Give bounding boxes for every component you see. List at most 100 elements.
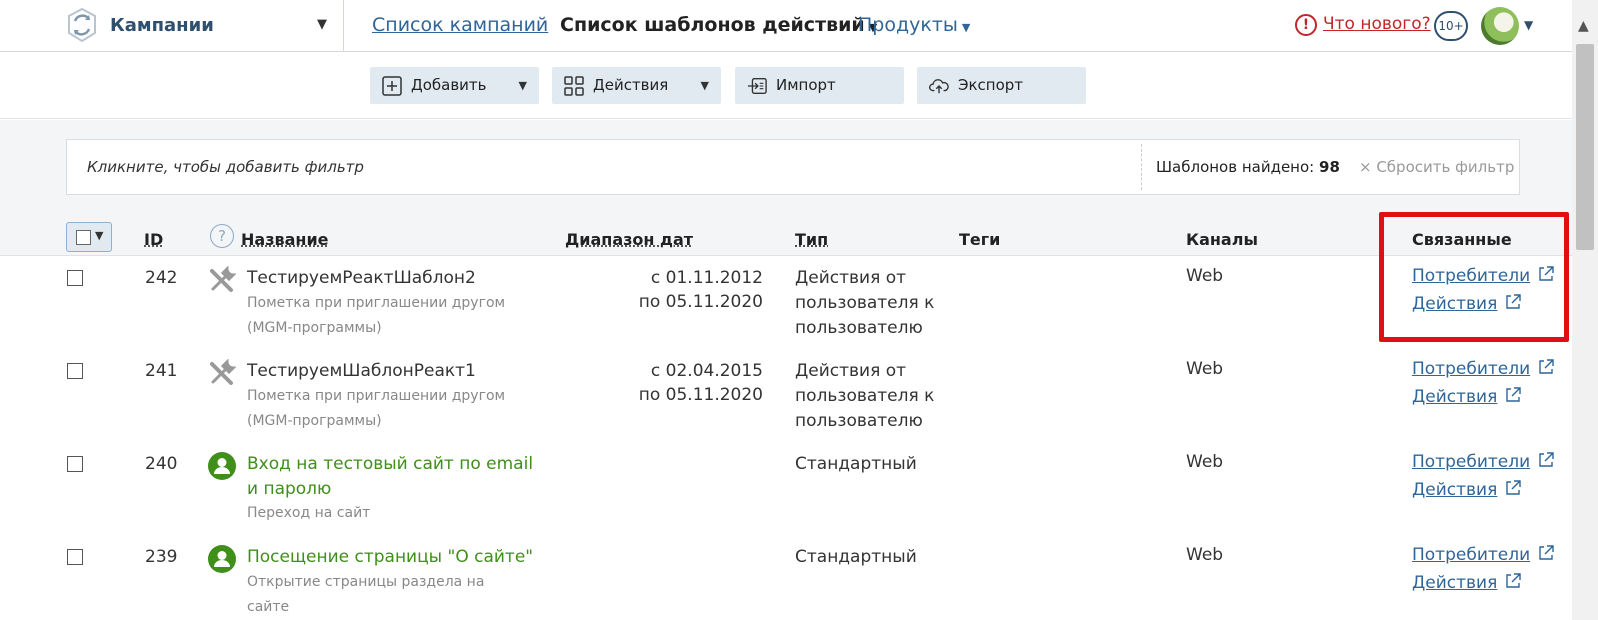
app-logo-icon[interactable] bbox=[64, 6, 100, 44]
row-checkbox[interactable] bbox=[67, 363, 83, 379]
column-header-name[interactable]: Название bbox=[241, 230, 329, 249]
row-checkbox[interactable] bbox=[67, 270, 83, 286]
row-name[interactable]: ТестируемШаблонРеакт1 bbox=[247, 359, 537, 384]
actions-button-label: Действия bbox=[593, 76, 669, 94]
external-link-icon bbox=[1539, 359, 1554, 374]
external-link-icon bbox=[1506, 387, 1522, 402]
plus-square-icon bbox=[382, 76, 402, 96]
import-button[interactable]: Импорт bbox=[735, 67, 904, 104]
external-link-icon bbox=[1506, 480, 1522, 495]
external-link-icon bbox=[1539, 545, 1554, 560]
chevron-down-icon[interactable]: ▼ bbox=[701, 67, 709, 104]
row-description: Переход на сайт bbox=[247, 505, 371, 521]
row-name[interactable]: Посещение страницы "О сайте" bbox=[247, 545, 537, 570]
filter-bar[interactable]: Кликните, чтобы добавить фильтр Шаблонов… bbox=[66, 139, 1520, 195]
whats-new-link[interactable]: Что нового? bbox=[1323, 14, 1431, 34]
related-actions-label: Действия bbox=[1412, 480, 1498, 500]
related-consumers-label: Потребители bbox=[1412, 545, 1531, 565]
chevron-down-icon[interactable]: ▼ bbox=[1524, 18, 1533, 32]
row-dates: с 01.11.2012 по 05.11.2020 bbox=[600, 266, 763, 314]
grid-icon bbox=[564, 76, 584, 96]
actions-button[interactable]: Действия ▼ bbox=[552, 67, 721, 104]
export-button-label: Экспорт bbox=[958, 76, 1024, 94]
section-title[interactable]: Кампании bbox=[110, 15, 214, 36]
row-type: Стандартный bbox=[795, 547, 917, 567]
related-consumers-link[interactable]: Потребители bbox=[1412, 359, 1554, 379]
row-description: Пометка при приглашении другом (MGM-прог… bbox=[247, 295, 506, 336]
row-id: 240 bbox=[145, 454, 178, 474]
help-icon[interactable]: ? bbox=[210, 224, 234, 248]
notifications-badge[interactable]: 10+ bbox=[1434, 11, 1468, 41]
related-consumers-link[interactable]: Потребители bbox=[1412, 452, 1554, 472]
related-actions-link[interactable]: Действия bbox=[1412, 480, 1522, 500]
row-channel: Web bbox=[1186, 266, 1224, 286]
column-header-type[interactable]: Тип bbox=[795, 230, 828, 249]
date-from: с 01.11.2012 bbox=[650, 268, 763, 288]
divider bbox=[1141, 144, 1142, 190]
column-header-id[interactable]: ID bbox=[144, 230, 163, 249]
row-dates: с 02.04.2015 по 05.11.2020 bbox=[600, 359, 763, 407]
nav-action-templates-label: Список шаблонов действий bbox=[560, 14, 865, 36]
vertical-scrollbar[interactable]: ▲ bbox=[1572, 0, 1598, 620]
external-link-icon bbox=[1506, 573, 1522, 588]
alert-icon[interactable]: ! bbox=[1295, 14, 1317, 36]
filter-placeholder[interactable]: Кликните, чтобы добавить фильтр bbox=[87, 158, 364, 176]
related-actions-label: Действия bbox=[1412, 573, 1498, 593]
row-id: 242 bbox=[145, 268, 178, 288]
user-icon bbox=[208, 545, 236, 573]
date-to: по 05.11.2020 bbox=[638, 385, 763, 405]
related-actions-link[interactable]: Действия bbox=[1412, 387, 1522, 407]
row-type: Действия от пользователя к пользователю bbox=[795, 268, 935, 338]
nav-campaign-list[interactable]: Список кампаний bbox=[372, 14, 548, 36]
chevron-down-icon: ▼ bbox=[95, 229, 104, 242]
row-checkbox[interactable] bbox=[67, 549, 83, 565]
section-dropdown-icon[interactable]: ▼ bbox=[317, 17, 327, 32]
tools-icon bbox=[210, 266, 236, 292]
row-type: Действия от пользователя к пользователю bbox=[795, 361, 935, 431]
row-name[interactable]: ТестируемРеактШаблон2 bbox=[247, 266, 537, 291]
row-channel: Web bbox=[1186, 452, 1224, 472]
external-link-icon bbox=[1539, 452, 1554, 467]
related-actions-link[interactable]: Действия bbox=[1412, 573, 1522, 593]
select-all-checkbox[interactable]: ▼ bbox=[66, 222, 112, 252]
reset-filter-button[interactable]: × Сбросить фильтр bbox=[1359, 158, 1514, 176]
row-id: 241 bbox=[145, 361, 178, 381]
related-consumers-link[interactable]: Потребители bbox=[1412, 545, 1554, 565]
row-name[interactable]: Вход на тестовый сайт по email и паролю bbox=[247, 452, 537, 502]
date-from: с 02.04.2015 bbox=[650, 361, 763, 381]
avatar[interactable] bbox=[1481, 7, 1519, 45]
divider bbox=[343, 0, 344, 52]
tools-icon bbox=[210, 359, 236, 385]
related-column-highlight bbox=[1379, 212, 1569, 342]
nav-products[interactable]: Продукты ▼ bbox=[858, 14, 970, 36]
nav-action-templates[interactable]: Список шаблонов действий ▼ bbox=[560, 14, 877, 36]
import-icon bbox=[747, 78, 767, 94]
checkbox-icon bbox=[76, 230, 91, 245]
column-header-channels: Каналы bbox=[1186, 230, 1258, 249]
row-checkbox[interactable] bbox=[67, 456, 83, 472]
column-header-dates[interactable]: Диапазон дат bbox=[565, 230, 693, 249]
user-icon bbox=[208, 452, 236, 480]
scrollbar-thumb[interactable] bbox=[1576, 44, 1594, 250]
chevron-down-icon[interactable]: ▼ bbox=[519, 67, 527, 104]
top-navigation-bar: Кампании ▼ Список кампаний Список шаблон… bbox=[0, 0, 1572, 52]
cloud-upload-icon bbox=[929, 79, 949, 94]
toolbar: Добавить ▼ Действия ▼ Импорт Экспорт bbox=[0, 52, 1572, 119]
add-button[interactable]: Добавить ▼ bbox=[370, 67, 539, 104]
row-channel: Web bbox=[1186, 359, 1224, 379]
export-button[interactable]: Экспорт bbox=[917, 67, 1086, 104]
chevron-down-icon: ▼ bbox=[961, 21, 971, 34]
date-to: по 05.11.2020 bbox=[638, 292, 763, 312]
templates-found: Шаблонов найдено: 98 bbox=[1156, 158, 1340, 176]
table-header: ▼ ID ? Название Диапазон дат Тип Теги Ка… bbox=[0, 220, 1572, 256]
column-header-tags: Теги bbox=[959, 230, 1001, 249]
add-button-label: Добавить bbox=[411, 76, 487, 94]
related-consumers-label: Потребители bbox=[1412, 359, 1531, 379]
templates-found-count: 98 bbox=[1319, 158, 1340, 176]
related-consumers-label: Потребители bbox=[1412, 452, 1531, 472]
nav-products-label: Продукты bbox=[858, 14, 958, 36]
row-id: 239 bbox=[145, 547, 178, 567]
row-channel: Web bbox=[1186, 545, 1224, 565]
scroll-up-arrow-icon[interactable]: ▲ bbox=[1578, 18, 1589, 34]
import-button-label: Импорт bbox=[776, 76, 836, 94]
